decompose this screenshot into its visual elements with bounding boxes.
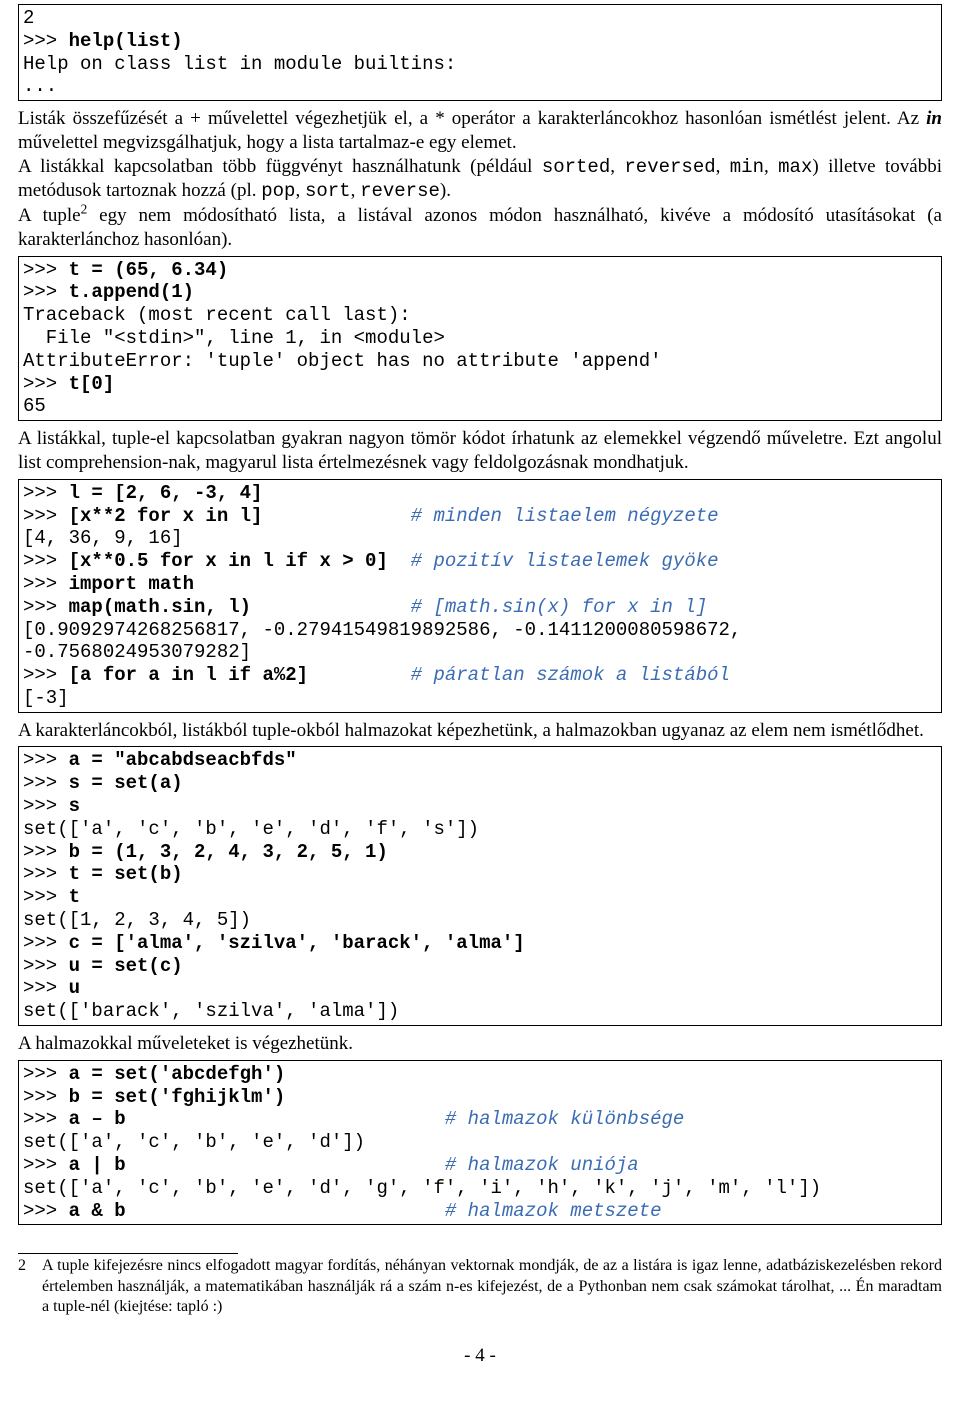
code-line: set(['a', 'c', 'b', 'e', 'd', 'g', 'f', … <box>23 1177 821 1199</box>
code-line: >>> import math <box>23 573 194 595</box>
code-line: set(['a', 'c', 'b', 'e', 'd', 'f', 's']) <box>23 818 479 840</box>
code-line: >>> s = set(a) <box>23 772 183 794</box>
code-line: >>> help(list) <box>23 30 183 52</box>
footnote-separator <box>18 1253 238 1254</box>
code-line: >>> [x**0.5 for x in l if x > 0] # pozit… <box>23 550 719 572</box>
code-line: >>> t <box>23 886 80 908</box>
code-line: >>> a – b # halmazok különbsége <box>23 1108 684 1130</box>
footnote-number: 2 <box>18 1256 42 1317</box>
code-box-2: >>> t = (65, 6.34) >>> t.append(1) Trace… <box>18 256 942 422</box>
code-line: [-3] <box>23 687 69 709</box>
code-line: -0.7568024953079282] <box>23 641 251 663</box>
code-line: set(['a', 'c', 'b', 'e', 'd']) <box>23 1131 365 1153</box>
code-line: 2 <box>23 7 34 29</box>
code-line: Traceback (most recent call last): <box>23 304 411 326</box>
code-line: >>> u <box>23 977 80 999</box>
code-line: >>> a & b # halmazok metszete <box>23 1200 662 1222</box>
code-line: >>> map(math.sin, l) # [math.sin(x) for … <box>23 596 707 618</box>
code-box-1: 2 >>> help(list) Help on class list in m… <box>18 4 942 101</box>
paragraph-sets-intro: A karakterláncokból, listákból tuple-okb… <box>18 719 942 743</box>
code-line: >>> a = set('abcdefgh') <box>23 1063 285 1085</box>
code-line: [4, 36, 9, 16] <box>23 527 183 549</box>
paragraph-set-ops: A halmazokkal műveleteket is végezhetünk… <box>18 1032 942 1056</box>
code-line: >>> t = (65, 6.34) <box>23 259 228 281</box>
code-line: >>> [a for a in l if a%2] # páratlan szá… <box>23 664 730 686</box>
code-line: >>> t[0] <box>23 373 114 395</box>
code-line: >>> b = set('fghijklm') <box>23 1086 285 1108</box>
code-line: >>> b = (1, 3, 2, 4, 3, 2, 5, 1) <box>23 841 388 863</box>
code-line: 65 <box>23 395 46 417</box>
code-box-5: >>> a = set('abcdefgh') >>> b = set('fgh… <box>18 1060 942 1226</box>
code-line: >>> t.append(1) <box>23 281 194 303</box>
code-box-3: >>> l = [2, 6, -3, 4] >>> [x**2 for x in… <box>18 479 942 713</box>
code-line: >>> a | b # halmazok uniója <box>23 1154 639 1176</box>
footnote-text: A tuple kifejezésre nincs elfogadott mag… <box>42 1256 942 1317</box>
code-line: [0.9092974268256817, -0.2794154981989258… <box>23 619 741 641</box>
code-line: >>> l = [2, 6, -3, 4] <box>23 482 262 504</box>
code-line: set([1, 2, 3, 4, 5]) <box>23 909 251 931</box>
footnote-2: 2 A tuple kifejezésre nincs elfogadott m… <box>18 1256 942 1317</box>
page-number: - 4 - <box>18 1344 942 1368</box>
code-line: >>> t = set(b) <box>23 863 183 885</box>
code-line: >>> [x**2 for x in l] # minden listaelem… <box>23 505 719 527</box>
code-line: AttributeError: 'tuple' object has no at… <box>23 350 662 372</box>
paragraph-list-comprehension: A listákkal, tuple-el kapcsolatban gyakr… <box>18 427 942 475</box>
code-line: set(['barack', 'szilva', 'alma']) <box>23 1000 399 1022</box>
paragraph-lists-intro: Listák összefűzését a + művelettel végez… <box>18 107 942 252</box>
code-line: >>> u = set(c) <box>23 955 183 977</box>
code-line: >>> a = "abcabdseacbfds" <box>23 749 297 771</box>
code-line: >>> s <box>23 795 80 817</box>
code-line: File "<stdin>", line 1, in <module> <box>23 327 445 349</box>
code-line: ... <box>23 75 57 97</box>
code-line: Help on class list in module builtins: <box>23 53 456 75</box>
code-box-4: >>> a = "abcabdseacbfds" >>> s = set(a) … <box>18 746 942 1026</box>
code-line: >>> c = ['alma', 'szilva', 'barack', 'al… <box>23 932 525 954</box>
